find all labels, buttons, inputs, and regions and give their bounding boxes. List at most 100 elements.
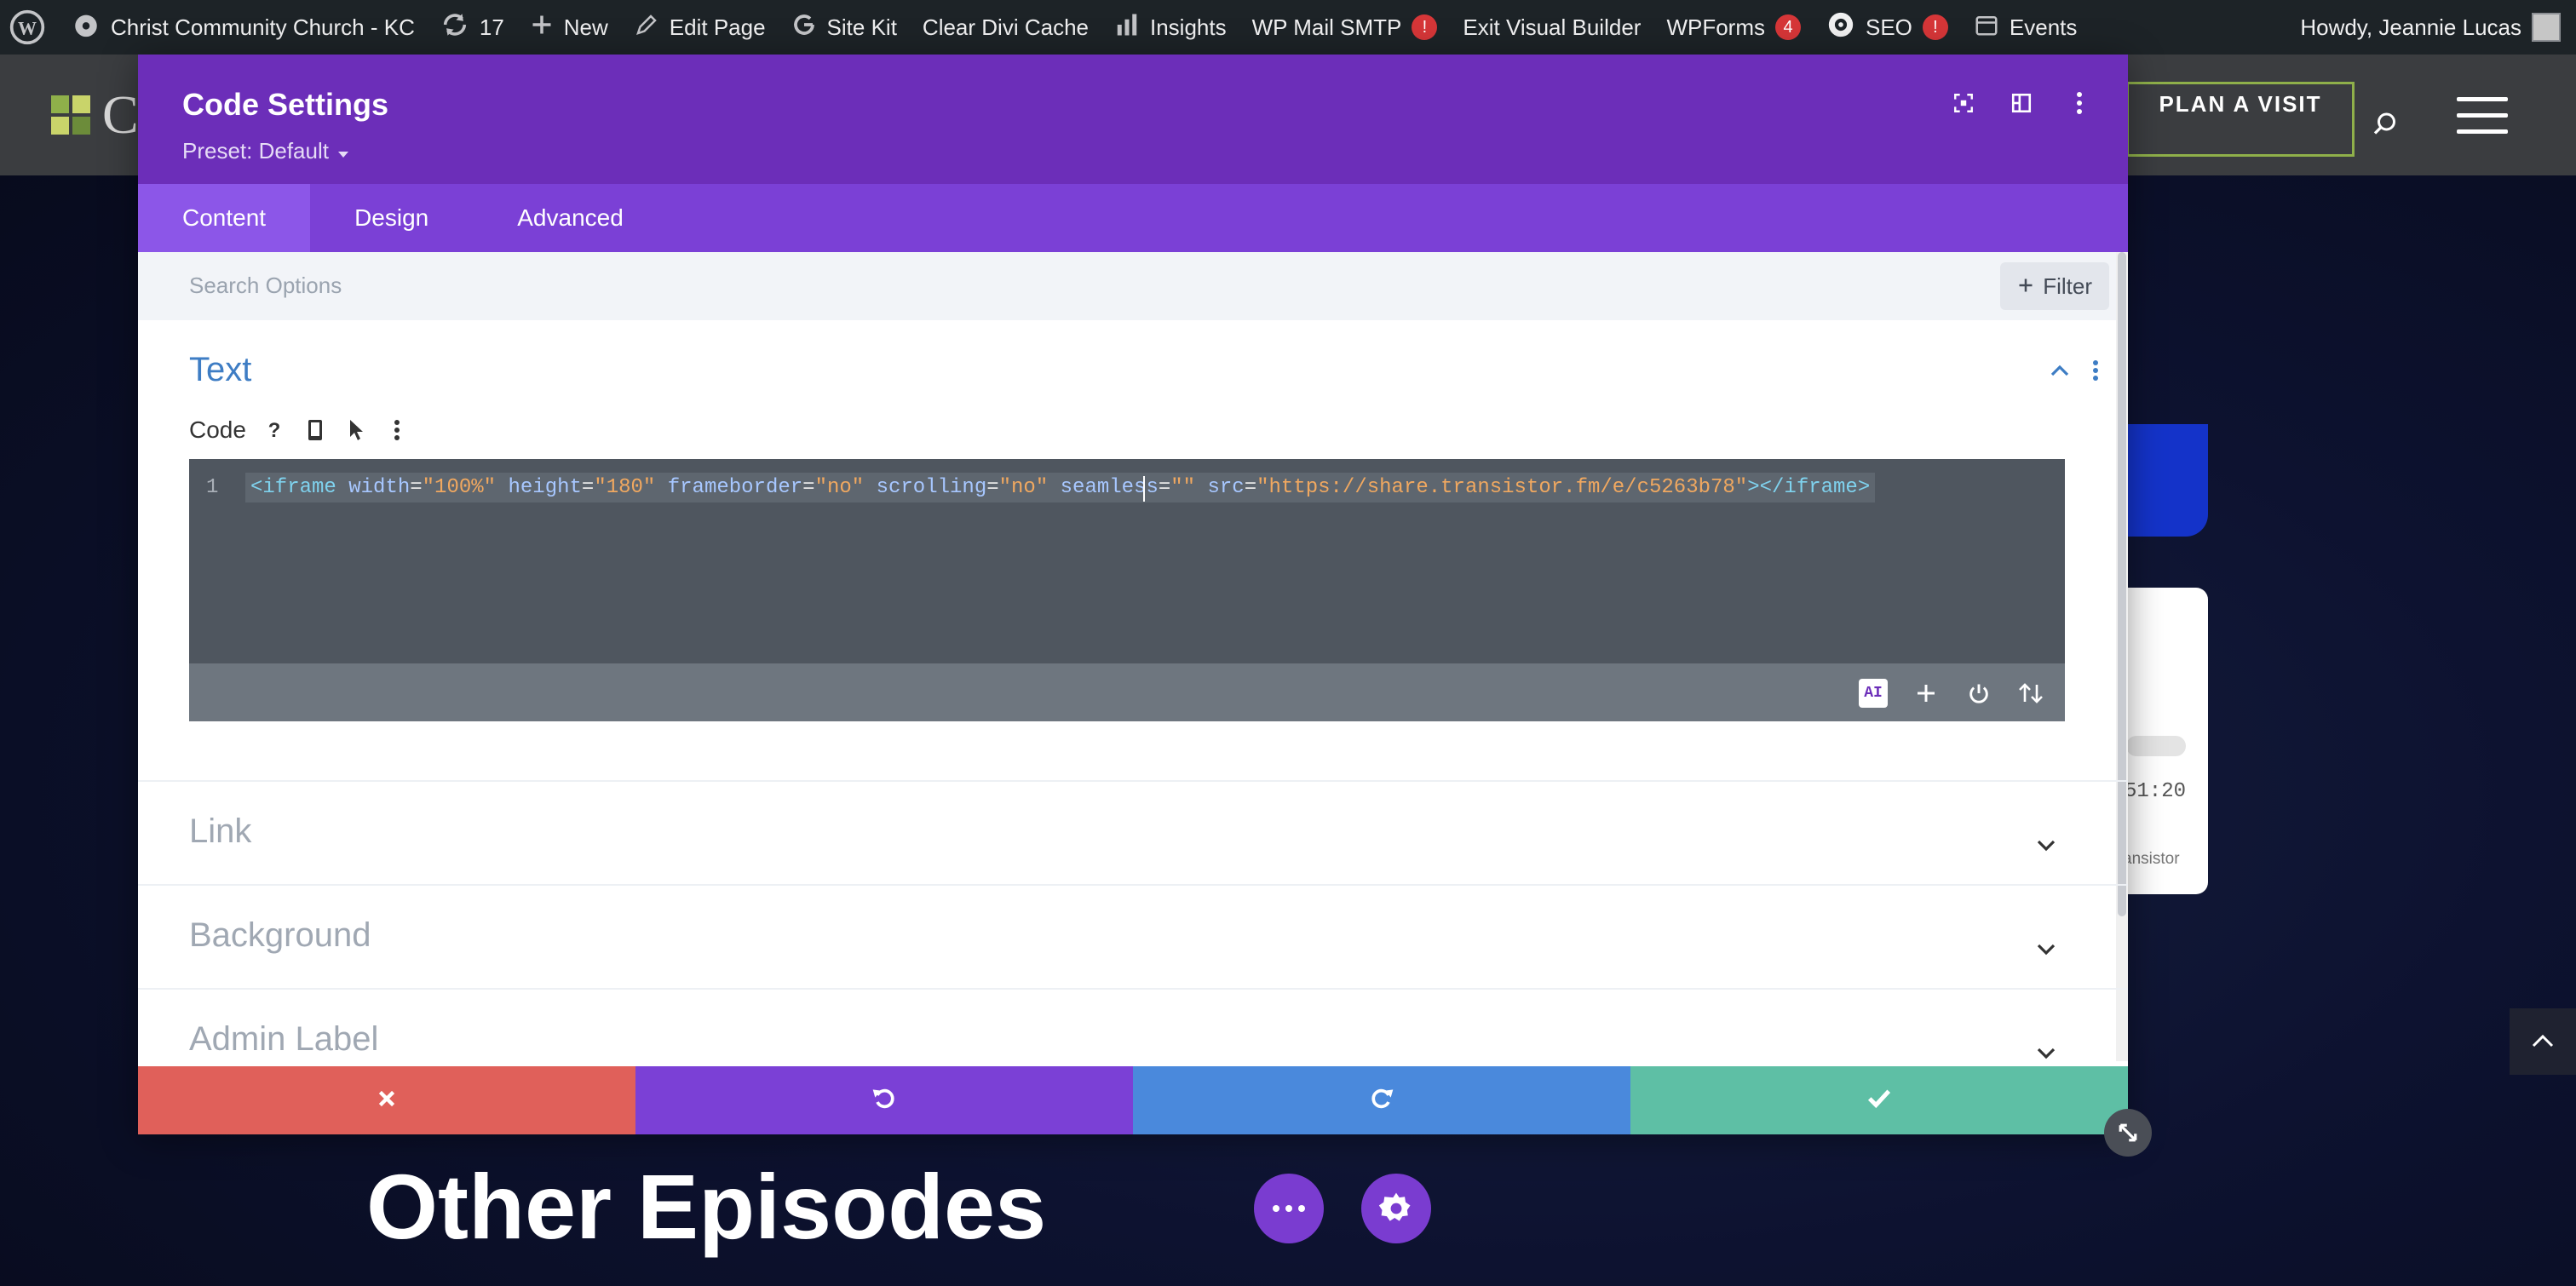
wpforms-label: WPForms — [1666, 14, 1765, 40]
admin-bar-seo[interactable]: SEO ! — [1826, 10, 1948, 45]
tab-advanced[interactable]: Advanced — [473, 184, 668, 252]
pencil-icon — [634, 12, 659, 43]
plus-icon — [2017, 273, 2034, 300]
chevron-up-icon[interactable] — [2050, 364, 2070, 382]
admin-bar-wpforms[interactable]: WPForms 4 — [1666, 14, 1801, 41]
admin-bar-exit-builder[interactable]: Exit Visual Builder — [1463, 14, 1641, 41]
updates-count: 17 — [479, 14, 504, 40]
section-settings-button[interactable] — [1361, 1174, 1431, 1243]
google-g-icon — [791, 12, 817, 43]
admin-bar-insights[interactable]: Insights — [1114, 12, 1227, 43]
bar-chart-icon — [1114, 12, 1140, 43]
wordpress-logo-icon[interactable]: W — [9, 9, 46, 46]
admin-bar-events[interactable]: Events — [1974, 12, 2078, 43]
greeting: Howdy, Jeannie Lucas — [2300, 14, 2521, 40]
wp-mail-badge: ! — [1412, 14, 1438, 40]
split-view-icon[interactable] — [2009, 90, 2034, 116]
admin-bar-edit-page[interactable]: Edit Page — [634, 12, 766, 43]
code-settings-modal: Code Settings Preset: Default Content De… — [138, 55, 2128, 1134]
wp-mail-label: WP Mail SMTP — [1251, 14, 1402, 40]
section-kebab-icon[interactable] — [2092, 359, 2099, 386]
add-icon[interactable] — [1912, 679, 1941, 708]
admin-bar-wp-mail[interactable]: WP Mail SMTP ! — [1252, 14, 1438, 41]
wp-admin-bar: W Christ Community Church - KC 17 New Ed… — [0, 0, 2576, 55]
insights-label: Insights — [1150, 14, 1227, 40]
sort-arrows-icon[interactable] — [2017, 679, 2046, 708]
text-cursor — [1143, 476, 1145, 502]
site-kit-label: Site Kit — [826, 14, 897, 40]
section-heading: Other Episodes — [366, 1155, 1047, 1258]
field-kebab-icon[interactable] — [384, 417, 410, 443]
expand-modal-icon[interactable] — [1951, 90, 1976, 116]
admin-bar-clear-cache[interactable]: Clear Divi Cache — [923, 14, 1089, 41]
admin-bar-account[interactable]: Howdy, Jeannie Lucas — [2300, 13, 2561, 42]
site-name: Christ Community Church - KC — [111, 14, 415, 40]
tab-design[interactable]: Design — [310, 184, 473, 252]
avatar — [2532, 13, 2561, 42]
save-button[interactable] — [1630, 1066, 2128, 1134]
clear-cache-label: Clear Divi Cache — [922, 14, 1089, 40]
redo-icon — [1368, 1085, 1395, 1117]
exit-builder-label: Exit Visual Builder — [1463, 14, 1642, 40]
chevron-down-icon — [2036, 1031, 2056, 1069]
ai-icon[interactable]: AI — [1859, 679, 1888, 708]
settings-tabs: Content Design Advanced — [138, 184, 2128, 252]
site-logo[interactable] — [51, 95, 90, 135]
wpforms-badge: 4 — [1775, 14, 1801, 40]
section-background[interactable]: Background — [138, 884, 2128, 988]
player-brand: ansistor — [2123, 850, 2180, 868]
admin-bar-site-kit[interactable]: Site Kit — [791, 12, 897, 43]
edit-page-label: Edit Page — [669, 14, 766, 40]
search-icon[interactable] — [2370, 109, 2401, 140]
code-line[interactable]: <iframe width="100%" height="180" frameb… — [245, 473, 1876, 502]
mobile-icon[interactable] — [302, 417, 328, 443]
cancel-button[interactable] — [138, 1066, 635, 1134]
caret-down-icon — [337, 138, 349, 164]
preset-label: Preset: Default — [182, 138, 329, 164]
section-text-title[interactable]: Text — [189, 351, 2077, 389]
events-label: Events — [2009, 14, 2078, 40]
chevron-down-icon — [2036, 927, 2056, 965]
back-to-top-button[interactable] — [2510, 1008, 2576, 1075]
undo-button[interactable] — [635, 1066, 1133, 1134]
editor-toolbar: AI — [189, 663, 2065, 721]
section-link-title: Link — [189, 812, 252, 850]
code-editor[interactable]: 1 <iframe width="100%" height="180" fram… — [189, 459, 2065, 721]
dashboard-icon — [72, 10, 101, 45]
filter-button[interactable]: Filter — [2000, 262, 2109, 310]
blue-card — [2126, 424, 2208, 537]
search-options-input[interactable]: Search Options — [189, 273, 342, 299]
admin-bar-updates[interactable]: 17 — [440, 10, 504, 45]
calendar-icon — [1974, 12, 1999, 43]
tab-content[interactable]: Content — [138, 184, 311, 252]
admin-bar-site[interactable]: Christ Community Church - KC — [72, 10, 415, 45]
power-icon[interactable] — [1964, 679, 1993, 708]
plan-visit-button[interactable]: PLAN A VISIT — [2126, 82, 2355, 157]
updates-icon — [440, 10, 469, 45]
new-label: New — [563, 14, 608, 40]
section-text: Text Code ? 1 <iframe width="100%" heigh… — [138, 320, 2128, 780]
help-icon[interactable]: ? — [262, 417, 287, 443]
site-logo-text: C — [102, 84, 139, 145]
menu-hamburger-icon[interactable] — [2457, 97, 2508, 140]
section-admin-label-title: Admin Label — [189, 1020, 379, 1058]
close-icon — [376, 1088, 398, 1114]
checkmark-icon — [1866, 1088, 1892, 1114]
seo-badge: ! — [1922, 14, 1948, 40]
more-options-button[interactable] — [1254, 1174, 1324, 1243]
kebab-menu-icon[interactable] — [2067, 90, 2092, 116]
section-link[interactable]: Link — [138, 780, 2128, 884]
preset-selector[interactable]: Preset: Default — [182, 138, 2128, 164]
player-time: 51:20 — [2125, 780, 2187, 803]
hover-pointer-icon[interactable] — [343, 417, 369, 443]
resize-modal-handle[interactable] — [2104, 1109, 2152, 1157]
seo-label: SEO — [1866, 14, 1912, 40]
plus-icon — [530, 13, 554, 43]
svg-text:?: ? — [268, 419, 281, 441]
redo-button[interactable] — [1133, 1066, 1630, 1134]
player-progress-bar[interactable] — [2126, 736, 2186, 756]
admin-bar-new[interactable]: New — [530, 13, 608, 43]
svg-text:W: W — [18, 17, 37, 38]
code-field-label: Code — [189, 416, 246, 443]
filter-label: Filter — [2043, 273, 2092, 299]
